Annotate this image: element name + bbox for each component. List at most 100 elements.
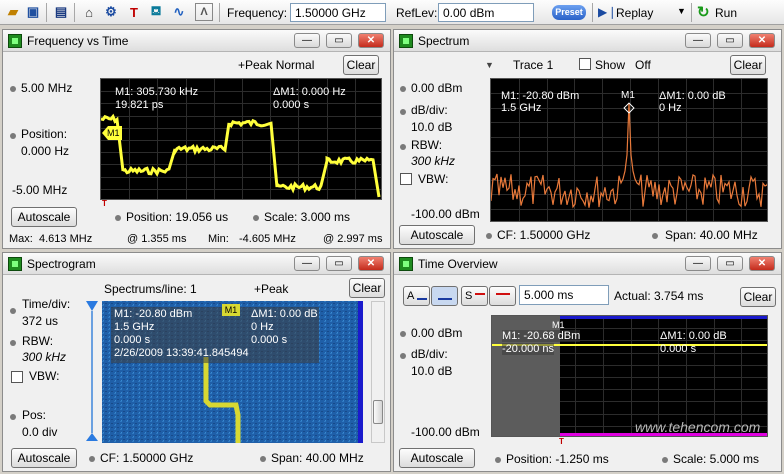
preset-button[interactable]: Preset [552,5,586,20]
vbw-checkbox[interactable] [11,371,23,383]
acquisition-time-input[interactable]: 5.000 ms [519,285,609,305]
close-button[interactable]: ✕ [749,256,775,271]
spectrum-s-button[interactable]: S [461,286,488,306]
vbw-checkbox[interactable] [400,173,412,185]
position-value[interactable]: 0.000 Hz [21,144,69,158]
time-position-value[interactable]: Position: 19.056 us [126,210,228,224]
maximize-button[interactable]: ▭ [326,33,352,48]
spectrogram-plot[interactable]: M1: -20.80 dBm 1.5 GHz 0.000 s 2/26/2009… [102,301,358,443]
frequency-input[interactable]: 1.50000 GHz [290,3,386,22]
trace-dropdown-icon[interactable]: ▼ [485,60,494,70]
acquisition-a-button[interactable]: A [403,286,430,306]
save-icon[interactable]: ▣ [24,3,42,21]
m1-time-readout: -20.000 ns [502,343,554,355]
m1-freq-readout: 1.5 GHz [501,102,542,114]
bottom-level-value[interactable]: -100.00 dBm [411,425,480,439]
minimize-button[interactable]: — [294,256,320,271]
min-label: Min: [208,233,229,245]
trigger-marker: T [102,199,107,208]
home-icon[interactable]: ⌂ [80,3,98,21]
spectrum-plot[interactable]: M1: -20.80 dBm 1.5 GHz ΔM1: 0.00 dB 0 Hz… [490,78,768,222]
maximize-button[interactable]: ▭ [717,256,743,271]
delta-m1-readout: ΔM1: 0.00 dB [659,90,726,102]
ref-level-value[interactable]: 0.00 dBm [411,81,462,95]
s-button-label: S [465,290,473,302]
m1-marker[interactable]: M1 [222,304,240,316]
reflev-input[interactable]: 0.00 dBm [438,3,534,22]
cf-value[interactable]: CF: 1.50000 GHz [497,228,590,242]
time-div-value[interactable]: 372 us [22,314,58,328]
trace-selector[interactable]: Trace 1 [513,58,553,72]
cf-value[interactable]: CF: 1.50000 GHz [100,451,193,465]
setting-dot-icon [652,233,658,239]
close-button[interactable]: ✕ [749,33,775,48]
autoscale-button[interactable]: Autoscale [399,225,475,245]
autoscale-button[interactable]: Autoscale [11,448,77,468]
clear-button[interactable]: Clear [343,55,379,75]
window-layout-icon[interactable]: ▤ [52,3,70,21]
panel-app-icon [399,257,413,271]
rbw-value[interactable]: 300 kHz [22,350,66,364]
minimize-button[interactable]: — [685,256,711,271]
settings-gear-icon[interactable]: ⚙ [102,3,120,21]
clear-button[interactable]: Clear [730,55,766,75]
bottom-position-marker-icon[interactable] [86,433,98,441]
minimize-button[interactable]: — [685,33,711,48]
top-freq-value[interactable]: 5.00 MHz [21,81,72,95]
close-button[interactable]: ✕ [358,256,384,271]
s-toggle[interactable] [489,286,516,306]
actual-time-label: Actual: 3.754 ms [614,289,704,303]
show-state-label: Off [635,58,651,72]
freq-vs-time-plot[interactable]: M1: 305.730 kHz 19.821 ps ΔM1: 0.000 Hz … [100,78,382,200]
close-button[interactable]: ✕ [358,33,384,48]
span-value[interactable]: Span: 40.00 MHz [271,451,364,465]
maximize-button[interactable]: ▭ [717,33,743,48]
bottom-level-value[interactable]: -100.00 dBm [411,207,480,221]
vbw-label: VBW: [418,172,449,186]
main-toolbar: ▰ ▣ ▤ ⌂ ⚙ T ⛾ ∿ Λ Frequency: 1.50000 GHz… [0,0,784,25]
minimize-button[interactable]: — [294,33,320,48]
panel-title: Spectrum [418,34,470,48]
m1-time-readout: 19.821 ps [115,99,164,111]
toolbar-separator [74,3,75,22]
scrollbar-thumb[interactable] [373,400,383,424]
trigger-icon[interactable]: T [125,3,143,21]
clear-button[interactable]: Clear [349,278,385,298]
autoscale-button[interactable]: Autoscale [399,448,475,468]
panel-app-icon [399,34,413,48]
delta-m1-time-readout: 0.000 s [660,343,697,355]
scale-value[interactable]: Scale: 5.000 ms [673,452,759,466]
ref-level-value[interactable]: 0.00 dBm [411,326,462,340]
position-value[interactable]: Position: -1.250 ms [506,452,609,466]
show-checkbox[interactable] [579,58,591,70]
vertical-scrollbar[interactable] [371,301,385,443]
spectrums-per-line-label: Spectrums/line: 1 [104,282,197,296]
delta-m1-time-readout: 0.000 s [273,99,310,111]
run-button[interactable]: Run [715,6,737,20]
dbdiv-value[interactable]: 10.0 dB [411,364,452,378]
analysis-icon[interactable]: ∿ [170,3,188,21]
m1-readout: M1: -20.68 dBm [502,330,581,342]
acquire-icon[interactable]: ⛾ [147,3,165,21]
a-line-icon [417,298,427,300]
maximize-button[interactable]: ▭ [326,256,352,271]
autoscale-button[interactable]: Autoscale [11,207,77,227]
a-active-toggle[interactable] [431,286,458,306]
rbw-value[interactable]: 300 kHz [411,154,455,168]
span-value[interactable]: Span: 40.00 MHz [665,228,758,242]
replay-dropdown-icon[interactable]: ▼ [677,6,686,16]
clear-button[interactable]: Clear [740,287,776,307]
bottom-freq-value[interactable]: -5.00 MHz [12,183,67,197]
m1-marker-label: M1 [552,320,565,330]
time-scale-value[interactable]: Scale: 3.000 ms [264,210,350,224]
markers-icon[interactable]: Λ [195,3,213,21]
toolbar-separator [219,3,220,22]
open-folder-icon[interactable]: ▰ [4,3,22,21]
panel-titlebar: Time Overview — ▭ ✕ [394,253,781,275]
min-time: @ 2.997 ms [323,233,383,245]
replay-button[interactable]: Replay [616,6,653,20]
panel-titlebar: Spectrogram — ▭ ✕ [3,253,390,275]
dbdiv-value[interactable]: 10.0 dB [411,120,452,134]
pos-value[interactable]: 0.0 div [22,425,57,439]
top-position-marker-icon[interactable] [86,301,98,311]
